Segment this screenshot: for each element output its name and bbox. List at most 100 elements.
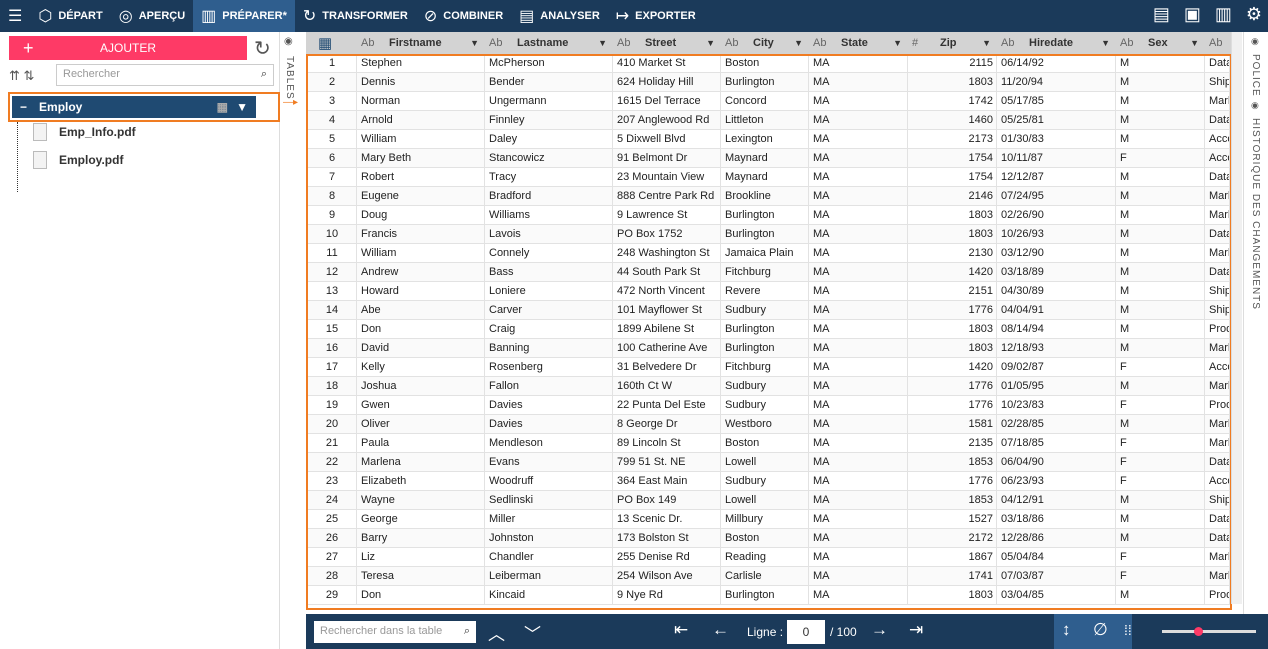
table-cell[interactable]: Ungermann: [485, 92, 613, 111]
chevron-down-icon[interactable]: ▼: [236, 100, 248, 114]
table-cell[interactable]: 11: [308, 244, 357, 263]
table-cell[interactable]: 89 Lincoln St: [613, 434, 721, 453]
table-cell[interactable]: Data: [1205, 453, 1230, 472]
table-row[interactable]: 26 Barry Johnston 173 Bolston St Boston MA 217…: [308, 529, 1230, 548]
table-cell[interactable]: Maynard: [721, 168, 809, 187]
table-cell[interactable]: 23 Mountain View: [613, 168, 721, 187]
dropdown-arrow-icon[interactable]: ▼: [1101, 38, 1110, 48]
zoom-slider-handle[interactable]: [1193, 627, 1203, 636]
table-cell[interactable]: Finnley: [485, 111, 613, 130]
table-cell[interactable]: 10: [308, 225, 357, 244]
table-cell[interactable]: Fitchburg: [721, 263, 809, 282]
table-cell[interactable]: 2135: [908, 434, 997, 453]
chevron-up-icon[interactable]: ︿: [488, 620, 505, 645]
table-cell[interactable]: Burlington: [721, 225, 809, 244]
table-cell[interactable]: Arnold: [357, 111, 485, 130]
table-row[interactable]: 16 David Banning 100 Catherine Ave Burlingto…: [308, 339, 1230, 358]
table-cell[interactable]: 05/04/84: [997, 548, 1116, 567]
zoom-slider[interactable]: [1162, 627, 1256, 636]
table-cell[interactable]: 12/12/87: [997, 168, 1116, 187]
table-cell[interactable]: 04/30/89: [997, 282, 1116, 301]
table-cell[interactable]: Data: [1205, 168, 1230, 187]
table-cell[interactable]: MA: [809, 434, 908, 453]
table-cell[interactable]: 2151: [908, 282, 997, 301]
table-cell[interactable]: 02/28/85: [997, 415, 1116, 434]
table-cell[interactable]: Leiberman: [485, 567, 613, 586]
table-cell[interactable]: MA: [809, 301, 908, 320]
table-cell[interactable]: MA: [809, 92, 908, 111]
table-cell[interactable]: MA: [809, 529, 908, 548]
table-cell[interactable]: 12: [308, 263, 357, 282]
table-cell[interactable]: MA: [809, 472, 908, 491]
table-cell[interactable]: 08/14/94: [997, 320, 1116, 339]
table-cell[interactable]: 1776: [908, 377, 997, 396]
table-cell[interactable]: 15: [308, 320, 357, 339]
table-cell[interactable]: Shipp: [1205, 282, 1230, 301]
table-cell[interactable]: 26: [308, 529, 357, 548]
pin-icon[interactable]: ◉: [284, 36, 293, 47]
table-cell[interactable]: Howard: [357, 282, 485, 301]
table-cell[interactable]: MA: [809, 415, 908, 434]
table-cell[interactable]: Acco: [1205, 149, 1230, 168]
table-row[interactable]: 25 George Miller 13 Scenic Dr. Millbury MA 152…: [308, 510, 1230, 529]
table-cell[interactable]: F: [1116, 396, 1205, 415]
table-cell[interactable]: 2115: [908, 54, 997, 73]
table-cell[interactable]: 23: [308, 472, 357, 491]
table-cell[interactable]: 22 Punta Del Este: [613, 396, 721, 415]
table-cell[interactable]: 14: [308, 301, 357, 320]
table-cell[interactable]: 1776: [908, 301, 997, 320]
table-cell[interactable]: 8: [308, 187, 357, 206]
table-cell[interactable]: MA: [809, 358, 908, 377]
last-page-icon[interactable]: ⇥: [909, 620, 923, 640]
table-row[interactable]: 23 Elizabeth Woodruff 364 East Main Sudbury M…: [308, 472, 1230, 491]
table-cell[interactable]: M: [1116, 377, 1205, 396]
table-cell[interactable]: George: [357, 510, 485, 529]
table-row[interactable]: 17 Kelly Rosenberg 31 Belvedere Dr Fitchburg…: [308, 358, 1230, 377]
table-cell[interactable]: 2173: [908, 130, 997, 149]
table-cell[interactable]: 2146: [908, 187, 997, 206]
table-cell[interactable]: M: [1116, 491, 1205, 510]
dropdown-arrow-icon[interactable]: ▼: [470, 38, 479, 48]
table-cell[interactable]: M: [1116, 168, 1205, 187]
table-cell[interactable]: Connely: [485, 244, 613, 263]
table-cell[interactable]: 31 Belvedere Dr: [613, 358, 721, 377]
table-cell[interactable]: Sudbury: [721, 301, 809, 320]
table-cell[interactable]: 472 North Vincent: [613, 282, 721, 301]
table-cell[interactable]: Eugene: [357, 187, 485, 206]
table-cell[interactable]: 1803: [908, 586, 997, 605]
vertical-scrollbar[interactable]: [1231, 32, 1242, 604]
table-cell[interactable]: Dennis: [357, 73, 485, 92]
tables-tab[interactable]: TABLES: [284, 56, 295, 100]
table-cell[interactable]: M: [1116, 54, 1205, 73]
file-item[interactable]: Emp_Info.pdf: [33, 123, 136, 141]
table-cell[interactable]: 28: [308, 567, 357, 586]
table-cell[interactable]: 364 East Main: [613, 472, 721, 491]
table-cell[interactable]: Mark: [1205, 434, 1230, 453]
pin-icon[interactable]: ◉: [1251, 100, 1259, 111]
table-cell[interactable]: 101 Mayflower St: [613, 301, 721, 320]
table-cell[interactable]: F: [1116, 548, 1205, 567]
table-cell[interactable]: Liz: [357, 548, 485, 567]
table-row[interactable]: 6 Mary Beth Stancowicz 91 Belmont Dr Maynard…: [308, 149, 1230, 168]
table-row[interactable]: 8 Eugene Bradford 888 Centre Park Rd Brookli…: [308, 187, 1230, 206]
table-cell[interactable]: 173 Bolston St: [613, 529, 721, 548]
table-cell[interactable]: F: [1116, 358, 1205, 377]
table-cell[interactable]: 44 South Park St: [613, 263, 721, 282]
pin-icon[interactable]: ◉: [1251, 36, 1259, 47]
table-cell[interactable]: M: [1116, 73, 1205, 92]
table-cell[interactable]: F: [1116, 149, 1205, 168]
collapse-all-icon[interactable]: ⇈: [9, 68, 20, 83]
table-cell[interactable]: 06/04/90: [997, 453, 1116, 472]
table-cell[interactable]: 5 Dixwell Blvd: [613, 130, 721, 149]
table-row[interactable]: 11 William Connely 248 Washington St Jamaica…: [308, 244, 1230, 263]
table-cell[interactable]: Bender: [485, 73, 613, 92]
table-cell[interactable]: Norman: [357, 92, 485, 111]
table-cell[interactable]: Shipp: [1205, 491, 1230, 510]
table-row[interactable]: 13 Howard Loniere 472 North Vincent Revere MA…: [308, 282, 1230, 301]
table-cell[interactable]: 2130: [908, 244, 997, 263]
table-cell[interactable]: Elizabeth: [357, 472, 485, 491]
table-cell[interactable]: 13 Scenic Dr.: [613, 510, 721, 529]
table-cell[interactable]: 1803: [908, 320, 997, 339]
table-cell[interactable]: 22: [308, 453, 357, 472]
table-cell[interactable]: Sudbury: [721, 377, 809, 396]
